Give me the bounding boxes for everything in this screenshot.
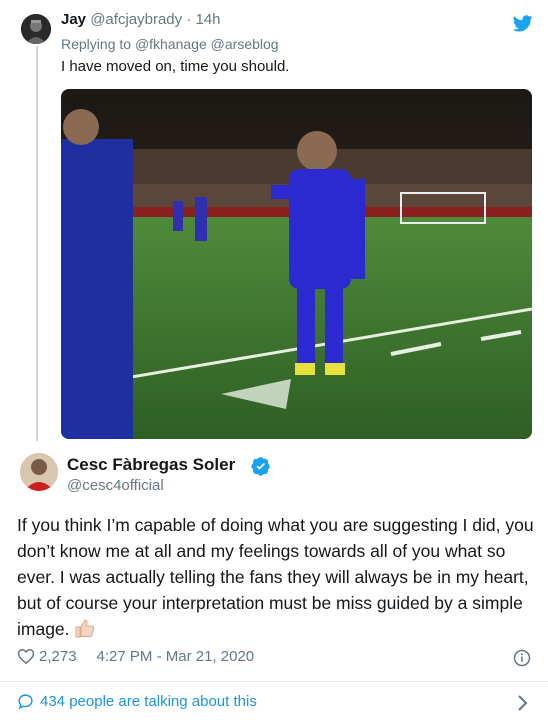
mention-link[interactable]: @arseblog <box>211 36 279 52</box>
author-name[interactable]: Cesc Fàbregas Soler <box>67 455 235 475</box>
reply-avatar[interactable] <box>21 14 51 44</box>
reply-author-handle[interactable]: @afcjaybrady <box>90 11 182 28</box>
twitter-bird-icon[interactable] <box>513 15 533 32</box>
reply-text: I have moved on, time you should. <box>61 58 290 75</box>
like-count[interactable]: 2,273 <box>39 648 77 665</box>
comment-icon <box>18 694 33 710</box>
conversation-link[interactable]: 434 people are talking about this <box>17 693 257 710</box>
replying-to-label: Replying to <box>61 36 132 52</box>
info-icon[interactable] <box>513 649 531 667</box>
thumbs-up-emoji <box>74 618 96 638</box>
author-handle[interactable]: @cesc4official <box>67 477 164 494</box>
tweet-text: If you think I’m capable of doing what y… <box>17 512 537 642</box>
mention-link[interactable]: @fkhanage <box>135 36 207 52</box>
reply-author-name[interactable]: Jay <box>61 11 86 28</box>
verified-badge-icon <box>251 457 270 476</box>
reply-header: Jay @afcjaybrady · 14h <box>61 11 221 28</box>
tweet-timestamp[interactable]: 4:27 PM - Mar 21, 2020 <box>97 648 255 665</box>
replying-to-line: Replying to @fkhanage @arseblog <box>61 36 279 52</box>
talking-count[interactable]: 434 people are talking about this <box>40 693 257 710</box>
thread-connector <box>36 46 38 441</box>
chevron-right-icon[interactable] <box>516 694 528 712</box>
author-avatar[interactable] <box>20 453 58 491</box>
divider <box>0 681 548 682</box>
reply-timestamp[interactable]: 14h <box>195 11 220 28</box>
tweet-photo[interactable] <box>61 89 532 439</box>
heart-icon[interactable] <box>17 648 35 665</box>
tweet-meta: 2,273 4:27 PM - Mar 21, 2020 <box>17 648 254 665</box>
separator-dot: · <box>186 11 192 28</box>
